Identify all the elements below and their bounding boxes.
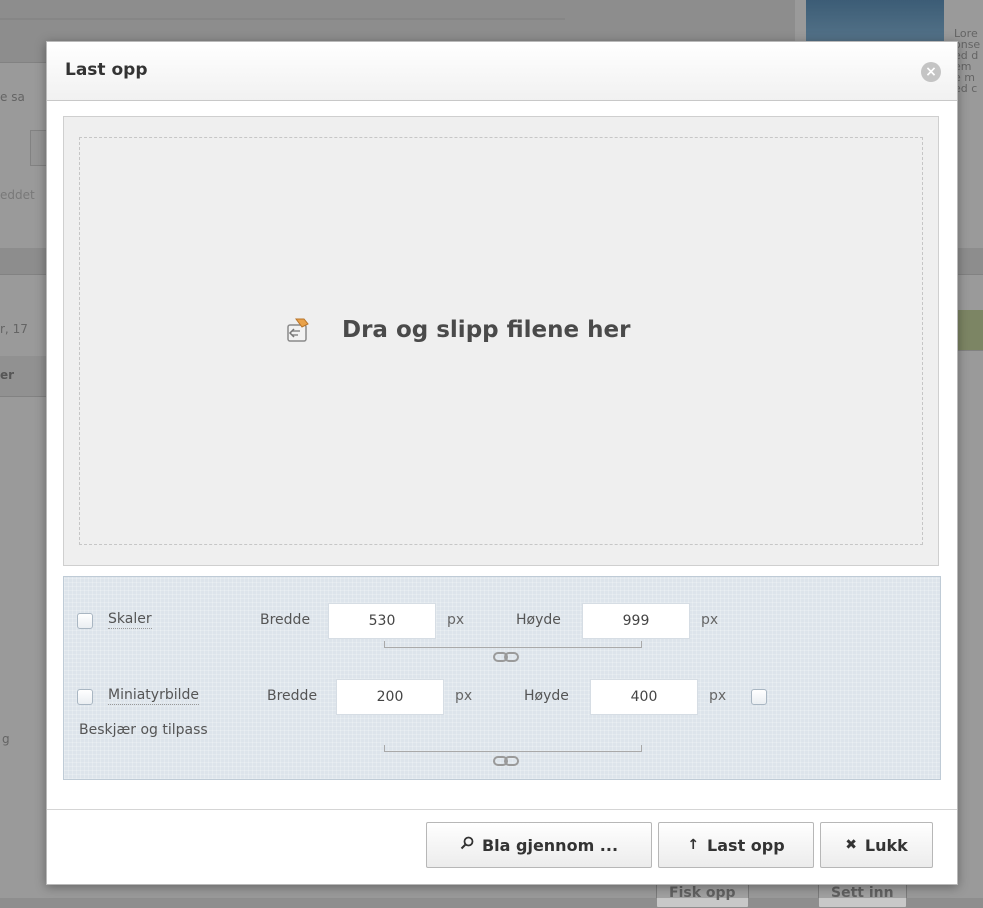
dialog-header: Last opp ×: [47, 42, 957, 101]
crop-fit-label: Beskjær og tilpass: [79, 722, 208, 738]
arrow-up-icon: ↑: [687, 837, 700, 853]
crop-fit-checkbox[interactable]: [751, 689, 767, 705]
thumbnail-height-unit: px: [709, 688, 727, 704]
drop-message: Dra og slipp filene her: [286, 317, 630, 343]
thumbnail-link-bracket: [384, 745, 642, 752]
scale-width-input[interactable]: [328, 603, 436, 639]
browse-button-label: Bla gjennom ...: [481, 835, 619, 855]
close-icon[interactable]: ×: [921, 62, 941, 82]
scale-label: Skaler: [108, 611, 152, 629]
dialog-footer: Bla gjennom ... ↑ Last opp ✖ Lukk: [47, 809, 957, 884]
thumbnail-label: Miniatyrbilde: [108, 687, 200, 705]
close-icon: ✖: [845, 837, 857, 853]
thumbnail-height-label: Høyde: [524, 688, 569, 704]
aspect-lock-chain-icon[interactable]: [493, 651, 519, 663]
drop-zone[interactable]: Dra og slipp filene her: [63, 116, 939, 566]
upload-button[interactable]: ↑ Last opp: [658, 822, 814, 868]
thumbnail-width-input[interactable]: [336, 679, 444, 715]
drag-drop-icon: [287, 318, 309, 342]
thumbnail-width-unit: px: [455, 688, 473, 704]
scale-width-unit: px: [447, 612, 465, 628]
thumbnail-height-input[interactable]: [590, 679, 698, 715]
thumbnail-checkbox[interactable]: [77, 689, 93, 705]
scale-width-label: Bredde: [260, 612, 311, 628]
scale-height-label: Høyde: [516, 612, 561, 628]
browse-button[interactable]: Bla gjennom ...: [426, 822, 652, 868]
scale-link-bracket: [384, 641, 642, 648]
close-button[interactable]: ✖ Lukk: [820, 822, 933, 868]
scale-height-unit: px: [701, 612, 719, 628]
close-button-label: Lukk: [864, 835, 908, 855]
dialog-title: Last opp: [65, 60, 148, 80]
upload-button-label: Last opp: [707, 835, 785, 855]
thumbnail-width-label: Bredde: [267, 688, 318, 704]
resize-options-panel: Skaler Bredde px Høyde px Miniatyrbilde …: [63, 576, 941, 780]
drop-message-text: Dra og slipp filene her: [342, 317, 631, 343]
scale-height-input[interactable]: [582, 603, 690, 639]
aspect-lock-chain-icon[interactable]: [493, 755, 519, 767]
upload-dialog: Last opp × Dra og slipp filene her Skale…: [46, 41, 958, 885]
search-icon: [460, 836, 474, 854]
scale-checkbox[interactable]: [77, 613, 93, 629]
